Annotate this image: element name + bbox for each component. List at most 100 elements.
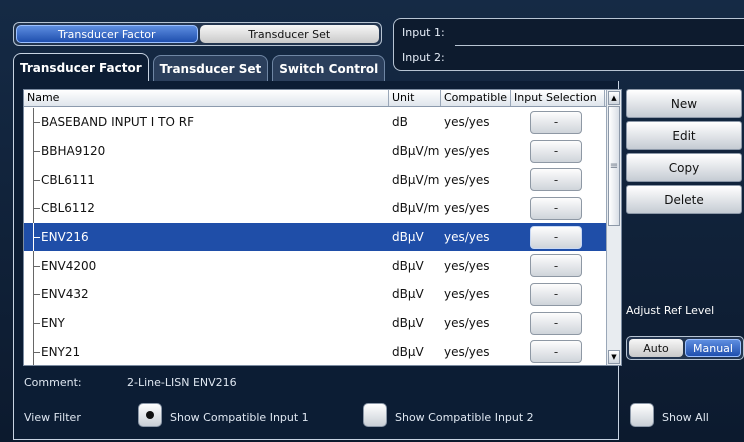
column-header-unit[interactable]: Unit [389, 90, 441, 106]
row-compatible: yes/yes [444, 230, 490, 245]
input-2-label: Input 2: [402, 51, 445, 64]
transducer-table: Name Unit Compatible Input Selection BAS… [23, 89, 622, 366]
row-input-selection-cell: - [511, 340, 605, 364]
input-divider [455, 45, 744, 46]
table-row[interactable]: ENV432 dBµV yes/yes - [24, 280, 607, 309]
row-name: ENY [41, 316, 65, 331]
input-selection-button[interactable]: - [530, 254, 582, 278]
row-compatible: yes/yes [444, 287, 490, 302]
row-compatible: yes/yes [444, 115, 490, 130]
column-header-input-selection[interactable]: Input Selection [511, 90, 605, 106]
column-header-name[interactable]: Name [24, 90, 389, 106]
transducer-dialog: Transducer Factor Transducer Set Input 1… [0, 0, 744, 442]
input-selection-button[interactable]: - [530, 168, 582, 192]
row-name: ENV216 [41, 230, 89, 245]
table-body: BASEBAND INPUT I TO RF dB yes/yes - BBHA9120… [24, 108, 607, 365]
show-all-radio[interactable] [630, 403, 654, 427]
input-1-label: Input 1: [402, 26, 445, 39]
row-unit: dBµV/m [392, 172, 440, 187]
row-input-selection-cell: - [511, 139, 605, 163]
row-unit: dBµV/m [392, 144, 440, 159]
row-compatible: yes/yes [444, 144, 490, 159]
row-compatible: yes/yes [444, 258, 490, 273]
transducer-set-mode-button[interactable]: Transducer Set [199, 25, 379, 43]
row-input-selection-cell: - [511, 110, 605, 134]
row-input-selection-cell: - [511, 168, 605, 192]
show-compatible-input-2-label[interactable]: Show Compatible Input 2 [395, 411, 534, 424]
show-compatible-input-1-radio[interactable] [138, 403, 162, 427]
row-unit: dBµV/m [392, 201, 440, 216]
input-selection-button[interactable]: - [530, 311, 582, 335]
row-name: ENY21 [41, 344, 81, 359]
table-row[interactable]: CBL6111 dBµV/m yes/yes - [24, 165, 607, 195]
tab-switch-control[interactable]: Switch Control [272, 55, 386, 82]
adjust-ref-level-toggle: Auto Manual [626, 336, 744, 360]
row-compatible: yes/yes [444, 316, 490, 331]
view-filter-label: View Filter [24, 411, 81, 424]
row-unit: dBµV [392, 316, 424, 331]
row-unit: dB [392, 115, 408, 130]
row-unit: dBµV [392, 287, 424, 302]
row-name: CBL6112 [41, 201, 95, 216]
input-status-box: Input 1: Input 2: [393, 18, 744, 71]
row-compatible: yes/yes [444, 344, 490, 359]
scroll-thumb[interactable]: ≡ [608, 106, 620, 226]
row-unit: dBµV [392, 230, 424, 245]
scroll-up-icon[interactable]: ▲ [608, 91, 620, 105]
row-unit: dBµV [392, 258, 424, 273]
scroll-down-icon[interactable]: ▼ [608, 350, 620, 364]
tab-transducer-factor[interactable]: Transducer Factor [13, 53, 149, 82]
table-header: Name Unit Compatible Input Selection [24, 90, 621, 107]
row-input-selection-cell: - [511, 196, 605, 220]
table-row[interactable]: ENV4200 dBµV yes/yes - [24, 251, 607, 281]
copy-button[interactable]: Copy [626, 153, 742, 182]
tree-connector-icon [33, 280, 40, 309]
table-row[interactable]: ENV216 dBµV yes/yes - [24, 222, 607, 252]
input-selection-button[interactable]: - [530, 340, 582, 364]
tree-connector-icon [33, 136, 40, 166]
row-input-selection-cell: - [511, 225, 605, 249]
row-name: BBHA9120 [41, 144, 106, 159]
input-selection-button[interactable]: - [530, 139, 582, 163]
adjust-ref-level-label: Adjust Ref Level [626, 304, 715, 317]
table-row[interactable]: ENY dBµV yes/yes - [24, 308, 607, 338]
tree-connector-icon [33, 251, 40, 281]
row-name: BASEBAND INPUT I TO RF [41, 115, 194, 130]
row-name: ENV4200 [41, 258, 97, 273]
table-row[interactable]: ENY21 dBµV yes/yes - [24, 337, 607, 365]
delete-button[interactable]: Delete [626, 185, 742, 214]
show-all-label[interactable]: Show All [662, 411, 709, 424]
table-row[interactable]: BASEBAND INPUT I TO RF dB yes/yes - [24, 108, 607, 137]
tree-connector-icon [33, 108, 40, 137]
row-compatible: yes/yes [444, 172, 490, 187]
comment-label: Comment: [24, 376, 82, 389]
input-selection-button[interactable]: - [530, 110, 582, 134]
tree-connector-icon [33, 222, 40, 252]
tab-bar: Transducer Factor Transducer Set Switch … [13, 53, 386, 82]
input-selection-button[interactable]: - [530, 282, 582, 306]
row-input-selection-cell: - [511, 311, 605, 335]
tree-connector-icon [33, 337, 40, 365]
row-name: CBL6111 [41, 172, 95, 187]
row-compatible: yes/yes [444, 201, 490, 216]
transducer-factor-mode-button[interactable]: Transducer Factor [16, 25, 198, 43]
table-row[interactable]: CBL6112 dBµV/m yes/yes - [24, 194, 607, 223]
tree-connector-icon [33, 308, 40, 338]
radio-selected-dot-icon [146, 411, 154, 419]
show-compatible-input-1-label[interactable]: Show Compatible Input 1 [170, 411, 309, 424]
manual-button[interactable]: Manual [685, 339, 741, 357]
row-name: ENV432 [41, 287, 89, 302]
tree-connector-icon [33, 165, 40, 195]
table-row[interactable]: BBHA9120 dBµV/m yes/yes - [24, 136, 607, 166]
show-compatible-input-2-radio[interactable] [363, 403, 387, 427]
table-scrollbar[interactable]: ▲ ≡ ▼ [606, 90, 621, 365]
auto-button[interactable]: Auto [629, 339, 683, 357]
input-selection-button[interactable]: - [530, 196, 582, 220]
edit-button[interactable]: Edit [626, 121, 742, 150]
input-selection-button[interactable]: - [530, 225, 582, 249]
tab-transducer-set[interactable]: Transducer Set [152, 55, 269, 82]
new-button[interactable]: New [626, 89, 742, 118]
row-input-selection-cell: - [511, 282, 605, 306]
column-header-compatible[interactable]: Compatible [441, 90, 511, 106]
tree-connector-icon [33, 194, 40, 223]
